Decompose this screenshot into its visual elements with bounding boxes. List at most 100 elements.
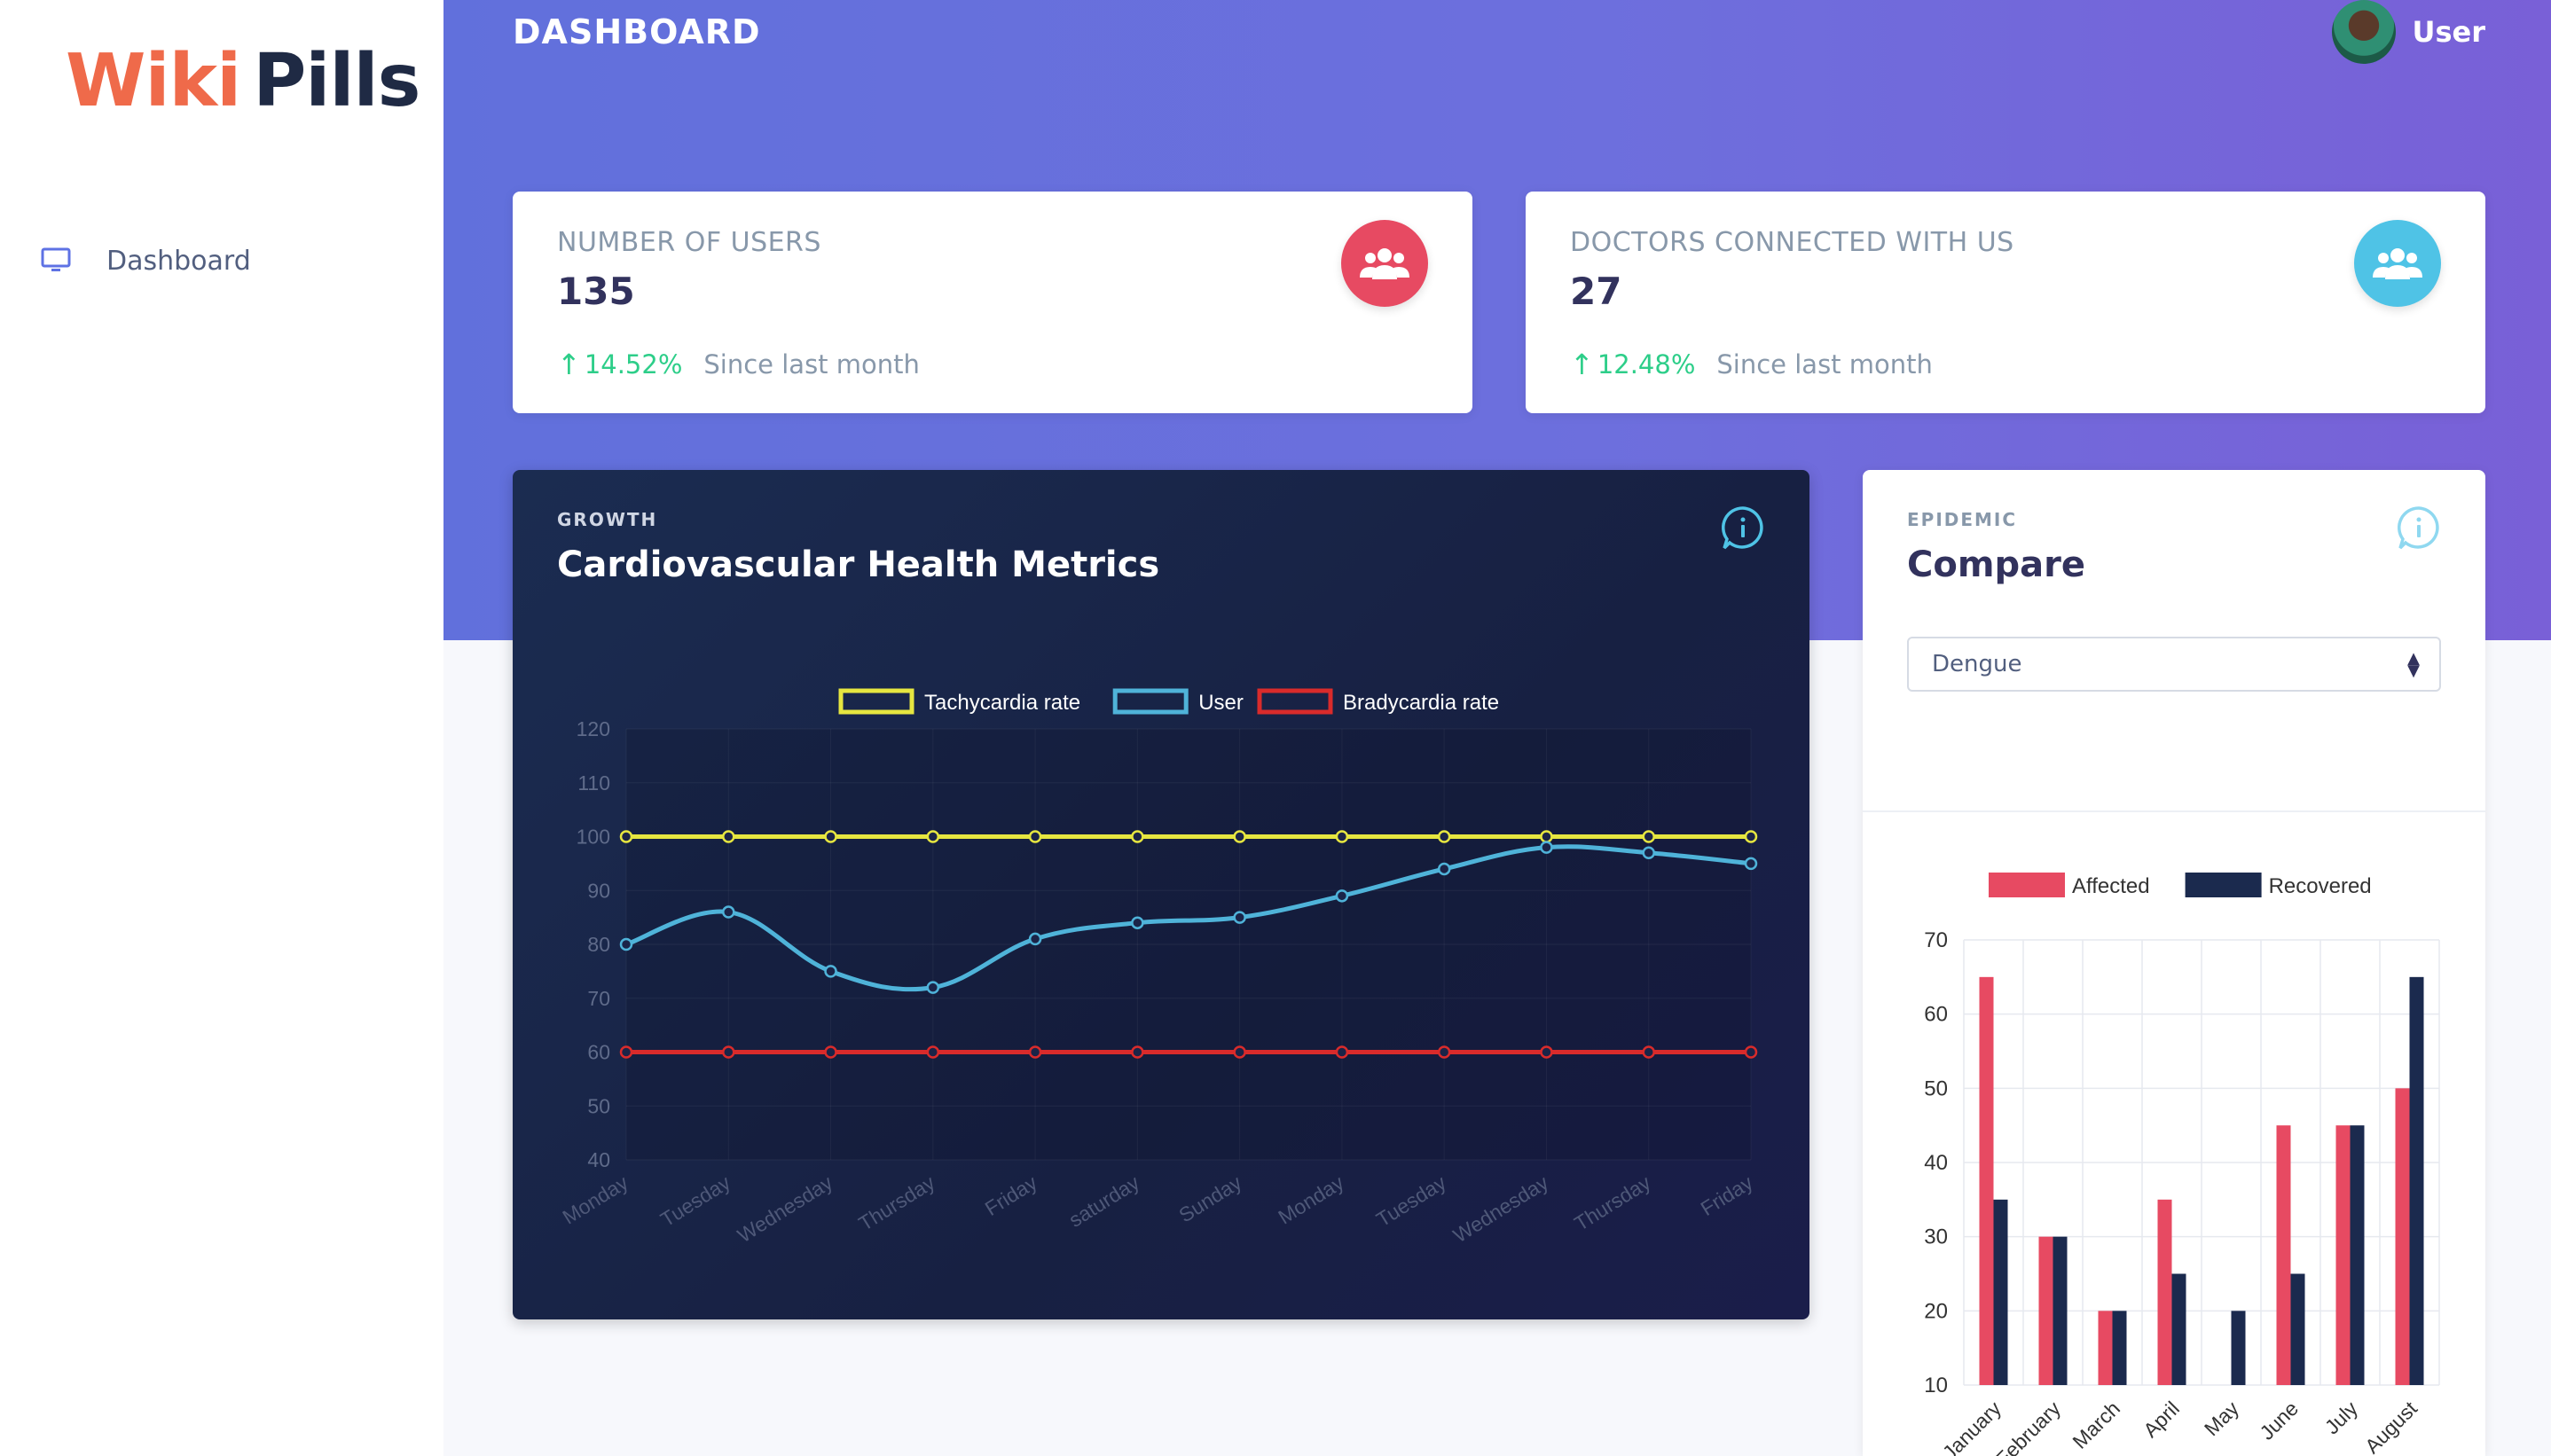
x-tick-label: Wednesday <box>1449 1170 1553 1247</box>
brand-part1: Wiki <box>66 39 241 123</box>
stat-card-doctors: DOCTORS CONNECTED WITH US 27 ↑ 12.48% Si… <box>1526 192 2485 413</box>
y-tick-label: 60 <box>1924 1003 1948 1027</box>
x-tick-label: Monday <box>558 1170 632 1229</box>
data-point <box>824 965 837 978</box>
monitor-icon <box>41 247 71 271</box>
data-point <box>1642 1045 1655 1059</box>
bar <box>2112 1311 2127 1385</box>
x-tick-label: January <box>1938 1397 2006 1456</box>
x-tick-label: Tuesday <box>1372 1170 1450 1232</box>
y-tick-label: 120 <box>577 717 610 740</box>
disease-select[interactable]: Dengue ▲ ▼ <box>1907 637 2441 692</box>
x-tick-label: February <box>1991 1397 2066 1456</box>
sidebar-item-dashboard[interactable]: Dashboard <box>41 238 251 284</box>
stat-change: ↑ 12.48% Since last month <box>1570 348 1933 381</box>
bar <box>2350 1125 2365 1385</box>
x-tick-label: Friday <box>981 1170 1041 1220</box>
data-point <box>926 830 940 843</box>
data-point <box>1437 862 1451 876</box>
data-point <box>1744 857 1758 871</box>
y-tick-label: 50 <box>1924 1076 1948 1100</box>
y-tick-label: 10 <box>1924 1374 1948 1397</box>
x-tick-label: July <box>2320 1397 2363 1439</box>
x-tick-label: Monday <box>1274 1170 1348 1229</box>
card-subtitle: EPIDEMIC <box>1907 509 2018 530</box>
line-chart: 120110100908070605040Monday TuesdayWednes… <box>558 688 1758 1247</box>
x-tick-label: May <box>2200 1397 2243 1440</box>
stat-since: Since last month <box>1716 349 1933 380</box>
select-value: Dengue <box>1932 651 2022 677</box>
stat-change-value: 12.48% <box>1597 349 1696 380</box>
bar <box>2276 1125 2291 1385</box>
bar <box>2038 1236 2053 1385</box>
stat-card-users: NUMBER OF USERS 135 ↑ 14.52% Since last … <box>513 192 1472 413</box>
legend-swatch <box>1112 688 1189 715</box>
y-tick-label: 40 <box>1924 1151 1948 1175</box>
x-tick-label: August <box>2360 1397 2421 1456</box>
data-point <box>1335 889 1349 903</box>
y-tick-label: 20 <box>1924 1299 1948 1323</box>
sidebar: Wiki Pills Dashboard <box>0 0 443 1456</box>
data-point <box>824 830 837 843</box>
stat-title: NUMBER OF USERS <box>557 227 821 258</box>
x-tick-label: Sunday <box>1174 1170 1245 1227</box>
user-name: User <box>2412 15 2485 49</box>
data-point <box>619 1045 633 1059</box>
x-tick-label: Thursday <box>1570 1170 1655 1235</box>
data-point <box>722 830 735 843</box>
data-point <box>1335 1045 1349 1059</box>
data-point <box>926 981 940 994</box>
data-point <box>1233 911 1246 924</box>
x-tick-label: Wednesday <box>734 1170 837 1247</box>
sidebar-item-label: Dashboard <box>106 245 251 277</box>
user-menu[interactable]: User <box>2332 0 2485 64</box>
growth-card: GROWTH Cardiovascular Health Metrics 120… <box>513 470 1809 1319</box>
data-point <box>1437 830 1451 843</box>
data-point <box>1131 830 1144 843</box>
x-tick-label: Thursday <box>854 1170 939 1235</box>
legend-label: User <box>1198 691 1244 715</box>
y-tick-label: 60 <box>587 1041 610 1064</box>
bar <box>2098 1311 2113 1385</box>
data-point <box>1437 1045 1451 1059</box>
legend-label: Affected <box>2072 874 2150 898</box>
users-icon <box>1341 220 1428 307</box>
data-point <box>1744 1045 1758 1059</box>
compare-card: EPIDEMIC Compare Dengue ▲ ▼ 70 60 50 40 30 20 1… <box>1863 470 2485 1456</box>
stat-since: Since last month <box>703 349 920 380</box>
data-point <box>1028 830 1042 843</box>
card-title: Compare <box>1907 544 2085 585</box>
stat-change: ↑ 14.52% Since last month <box>557 348 920 381</box>
stat-title: DOCTORS CONNECTED WITH US <box>1570 227 2014 258</box>
stat-value: 27 <box>1570 270 1622 313</box>
sort-caret-icon: ▲ ▼ <box>2407 649 2420 680</box>
legend-swatch <box>838 688 914 715</box>
data-point <box>1540 841 1553 854</box>
legend-label: Tachycardia rate <box>924 691 1080 715</box>
legend-swatch <box>2185 873 2262 897</box>
x-tick-label: Tuesday <box>656 1170 734 1232</box>
page-title: DASHBOARD <box>513 12 761 51</box>
data-point <box>1131 916 1144 929</box>
bar <box>1979 976 1994 1385</box>
bar <box>2231 1311 2246 1385</box>
x-tick-label: saturday <box>1064 1170 1143 1232</box>
legend-label: Bradycardia rate <box>1343 691 1499 715</box>
x-tick-label: Friday <box>1697 1170 1757 1220</box>
brand-part2: Pills <box>253 39 420 123</box>
y-tick-label: 90 <box>587 879 610 902</box>
arrow-up-icon: ↑ <box>557 348 581 381</box>
avatar[interactable] <box>2332 0 2397 64</box>
stat-value: 135 <box>557 270 635 313</box>
y-tick-label: 70 <box>587 987 610 1010</box>
data-point <box>722 1045 735 1059</box>
bar <box>1993 1199 2008 1385</box>
data-point <box>926 1045 940 1059</box>
y-tick-label: 100 <box>577 826 610 849</box>
users-icon <box>2354 220 2441 307</box>
info-icon[interactable] <box>2395 504 2443 552</box>
brand-logo[interactable]: Wiki Pills <box>66 39 420 123</box>
data-point <box>1540 1045 1553 1059</box>
arrow-up-icon: ↑ <box>1570 348 1594 381</box>
bar <box>2053 1236 2068 1385</box>
